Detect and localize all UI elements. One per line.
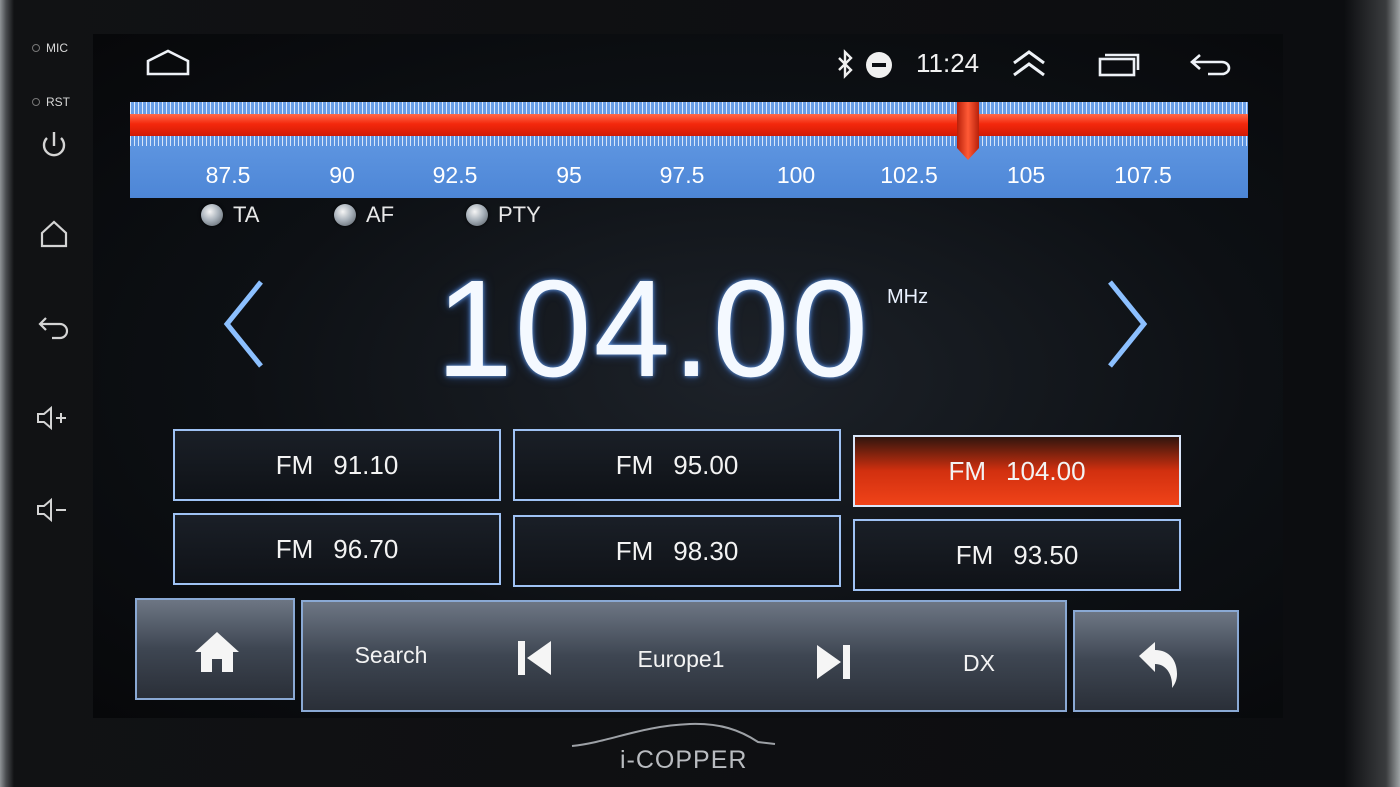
- region-label[interactable]: Europe1: [638, 646, 725, 673]
- scale-label: 92.5: [432, 162, 478, 188]
- skip-next-icon[interactable]: [813, 642, 853, 682]
- preset-band: FM: [948, 455, 986, 486]
- scale-label: 90: [329, 162, 355, 188]
- scale-label: 97.5: [659, 162, 705, 188]
- af-indicator-icon: [334, 204, 356, 226]
- control-bar: Search Europe1 DX: [135, 596, 1241, 712]
- search-button[interactable]: Search: [355, 642, 428, 669]
- ta-toggle[interactable]: TA: [201, 202, 259, 228]
- preset-frequency: 96.70: [333, 533, 399, 564]
- preset-button[interactable]: FM 98.30: [513, 515, 841, 587]
- pty-indicator-icon: [466, 204, 488, 226]
- do-not-disturb-icon: [866, 52, 892, 78]
- preset-band: FM: [275, 449, 314, 480]
- volume-down-button[interactable]: [30, 490, 78, 530]
- power-button[interactable]: [30, 126, 78, 166]
- preset-frequency: 91.10: [333, 449, 399, 480]
- scale-label: 107.5: [1114, 162, 1172, 188]
- reset-indicator: RST: [32, 92, 70, 112]
- tuner-controls-panel: Search Europe1 DX: [301, 600, 1067, 712]
- frequency-band-bar: [130, 114, 1248, 136]
- expand-up-icon[interactable]: [1010, 48, 1048, 80]
- mic-label: MIC: [46, 41, 68, 55]
- preset-button[interactable]: FM 93.50: [853, 519, 1181, 591]
- tune-down-arrow-icon[interactable]: [213, 274, 273, 374]
- status-time: 11:24: [916, 48, 980, 78]
- volume-up-icon: [37, 405, 66, 431]
- af-label: AF: [366, 202, 395, 227]
- preset-band: FM: [275, 533, 314, 564]
- preset-band: FM: [955, 539, 994, 570]
- brand-wordmark: i-COPPER: [620, 746, 748, 774]
- scale-label: 100: [776, 162, 816, 188]
- scale-label: 105: [1006, 162, 1046, 188]
- skip-previous-icon[interactable]: [515, 638, 555, 678]
- scale-label: 102.5: [880, 162, 938, 188]
- preset-button-active[interactable]: FM 104.00: [853, 435, 1181, 507]
- volume-down-icon: [37, 497, 66, 523]
- home-button[interactable]: [135, 598, 295, 700]
- undo-arrow-icon: [1139, 642, 1177, 688]
- back-icon: [38, 317, 69, 340]
- preset-button[interactable]: FM 96.70: [173, 513, 501, 585]
- preset-frequency: 93.50: [1013, 539, 1079, 570]
- tuning-needle[interactable]: [957, 102, 979, 160]
- brand-logo: i-COPPER: [570, 720, 800, 776]
- preset-button[interactable]: FM 91.10: [173, 429, 501, 501]
- side-back-button[interactable]: [30, 304, 78, 344]
- side-home-button[interactable]: [30, 214, 78, 254]
- rst-label: RST: [46, 95, 70, 109]
- reset-hole-icon[interactable]: [32, 98, 40, 106]
- power-icon: [42, 132, 66, 157]
- back-button[interactable]: [1073, 610, 1239, 712]
- bluetooth-icon: [838, 49, 853, 79]
- mic-hole-icon: [32, 44, 40, 52]
- ta-label: TA: [233, 202, 260, 227]
- frequency-unit: MHz: [887, 286, 929, 308]
- pty-toggle[interactable]: PTY: [466, 202, 541, 228]
- preset-band: FM: [615, 535, 654, 566]
- pty-label: PTY: [498, 202, 541, 227]
- status-bar: 11:24: [93, 34, 1283, 94]
- mic-indicator: MIC: [32, 38, 70, 58]
- home-icon: [40, 220, 68, 248]
- recent-apps-icon[interactable]: [1097, 50, 1141, 78]
- tune-up-arrow-icon[interactable]: [1098, 274, 1158, 374]
- preset-band: FM: [615, 449, 654, 480]
- preset-frequency: 98.30: [673, 535, 739, 566]
- home-icon: [195, 632, 239, 672]
- frequency-display: 104.00: [435, 252, 871, 406]
- dial-ticks-bottom: [130, 136, 1248, 146]
- scale-label: 95: [556, 162, 582, 188]
- back-icon[interactable]: [1188, 50, 1234, 78]
- scale-label: 87.5: [205, 162, 251, 188]
- volume-up-button[interactable]: [30, 398, 78, 438]
- af-toggle[interactable]: AF: [334, 202, 394, 228]
- ta-indicator-icon: [201, 204, 223, 226]
- home-outline-icon[interactable]: [145, 48, 191, 78]
- tuning-dial[interactable]: 87.5 90 92.5 95 97.5 100 102.5 105 107.5: [130, 102, 1248, 198]
- preset-button[interactable]: FM 95.00: [513, 429, 841, 501]
- dial-ticks-top: [130, 102, 1248, 114]
- preset-frequency: 95.00: [673, 449, 739, 480]
- dx-button[interactable]: DX: [963, 650, 995, 677]
- radio-screen: 11:24 87.5 90 92.5 95 97.5 100 102.5 105…: [93, 34, 1283, 718]
- preset-frequency: 104.00: [1006, 455, 1086, 486]
